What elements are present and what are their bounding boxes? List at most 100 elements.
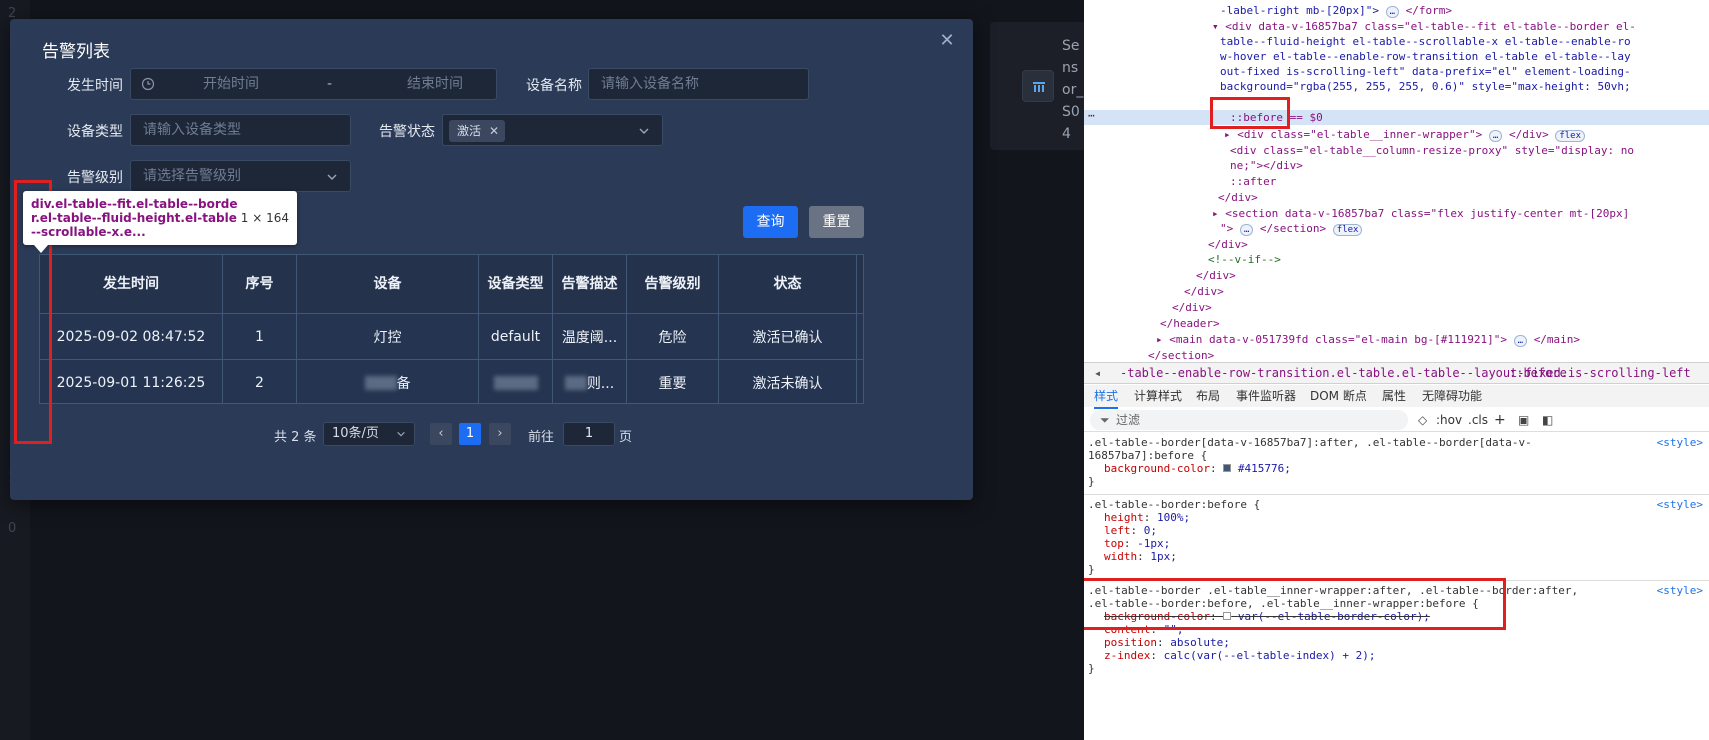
dom-line: w-hover el-table--enable-row-transition … (1220, 50, 1631, 63)
dom-line[interactable]: ▸ <section data-v-16857ba7 class="flex j… (1084, 206, 1709, 221)
status-tag-label: 激活 (457, 124, 482, 138)
table-cell: 备 (297, 360, 479, 403)
sidebar-toggle-icon[interactable]: ◧ (1542, 408, 1553, 432)
rule-source[interactable]: <style> (1657, 498, 1703, 511)
paint-icon[interactable]: ▣ (1518, 408, 1529, 432)
inspector-tooltip: div.el-table--fit.el-table--border.el-ta… (23, 191, 297, 245)
rule-declaration[interactable]: width: 1px; (1084, 550, 1709, 563)
alarm-status-label: 告警状态 (379, 124, 435, 140)
rule-declaration[interactable]: left: 0; (1084, 524, 1709, 537)
cls-toggle[interactable]: .cls (1468, 408, 1488, 432)
device-type-input[interactable]: 请输入设备类型 (130, 114, 351, 146)
page-unit-label: 页 (619, 430, 633, 445)
dom-line: </div> (1208, 238, 1248, 251)
table-cell: 2025-09-01 11:26:25 (40, 360, 223, 403)
ellipsis-badge[interactable]: … (1239, 224, 1254, 236)
rule-declaration[interactable]: background-color: #415776; (1084, 462, 1709, 475)
page-size-select[interactable]: 10条/页 (323, 422, 415, 446)
dom-line-before[interactable]: ::before == $0 (1084, 110, 1709, 125)
annotation-box (1084, 578, 1506, 630)
tooltip-selector: div.el-table--fit.el-table--border.el-ta… (31, 197, 238, 239)
range-separator: - (327, 76, 333, 92)
query-button[interactable]: 查询 (743, 206, 798, 238)
page-size-value: 10条/页 (332, 426, 379, 441)
tab-styles[interactable]: 样式 (1094, 385, 1119, 409)
tab-computed[interactable]: 计算样式 (1134, 385, 1182, 407)
layers-icon[interactable]: ◇ (1418, 408, 1427, 432)
dom-line[interactable]: ▾ <div data-v-16857ba7 class="el-table--… (1084, 19, 1709, 34)
rule-declaration[interactable]: height: 100%; (1084, 511, 1709, 524)
breadcrumb-pseudo[interactable]: ::before (1509, 363, 1567, 383)
breadcrumb: ◂ -table--enable-row-transition.el-table… (1084, 362, 1709, 384)
start-time-input[interactable]: 开始时间 (203, 69, 259, 99)
date-range-picker[interactable]: 开始时间 - 结束时间 (130, 68, 497, 100)
table-cell-text: 则... (586, 375, 615, 392)
device-name-input[interactable]: 请输入设备名称 (588, 68, 809, 100)
rule-declaration[interactable]: position: absolute; (1084, 636, 1709, 649)
hov-toggle[interactable]: :hov (1436, 408, 1462, 432)
table-row[interactable]: 2025-09-01 11:26:25 2 备 则... 重要 激活未确认 (40, 359, 863, 403)
dom-line[interactable]: <div class="el-table__column-resize-prox… (1084, 143, 1709, 158)
alarm-level-placeholder: 请选择告警级别 (143, 168, 241, 184)
tab-layout[interactable]: 布局 (1196, 385, 1220, 407)
header-cell: 发生时间 (40, 255, 223, 313)
rule-close: } (1088, 563, 1095, 576)
prev-page-button[interactable]: ‹ (430, 423, 452, 445)
table-cell: 激活未确认 (719, 360, 857, 403)
flex-badge[interactable]: flex (1555, 130, 1586, 142)
ellipsis-badge[interactable]: … (1488, 130, 1503, 142)
dom-line: <!--v-if--> (1208, 253, 1281, 266)
rule-source[interactable]: <style> (1657, 436, 1703, 449)
close-icon[interactable]: ✕ (937, 31, 957, 51)
rule-source[interactable]: <style> (1657, 584, 1703, 597)
next-page-button[interactable]: › (489, 423, 511, 445)
rule-close: } (1088, 662, 1095, 675)
page-number-button[interactable]: 1 (459, 423, 481, 445)
rule-declaration[interactable]: top: -1px; (1084, 537, 1709, 550)
filter-input[interactable]: ⏷ 过滤 (1090, 410, 1408, 430)
table-row[interactable]: 2025-09-02 08:47:52 1 灯控 default 温度阈... … (40, 313, 863, 359)
ellipsis-badge[interactable]: … (1385, 6, 1399, 18)
table-cell: 激活已确认 (719, 314, 857, 359)
dom-line: table--fluid-height el-table--scrollable… (1220, 35, 1631, 48)
reset-button[interactable]: 重置 (809, 206, 864, 238)
alarm-level-label: 告警级别 (67, 170, 123, 186)
css-rule: .el-table--border[data-v-16857ba7]:after… (1084, 436, 1709, 488)
color-swatch[interactable] (1223, 464, 1232, 472)
tab-event-listeners[interactable]: 事件监听器 (1236, 385, 1296, 407)
breadcrumb-item[interactable]: -table--enable-row-transition.el-table.e… (1120, 363, 1691, 383)
redacted-text (364, 375, 397, 390)
status-tag: 激活 ✕ (449, 120, 506, 142)
dom-line[interactable]: -label-right mb-[20px]"> … </form> (1084, 3, 1709, 18)
rule-close: } (1088, 475, 1095, 488)
rule-declaration[interactable]: z-index: calc(var(--el-table-index) + 2)… (1084, 649, 1709, 662)
tooltip-arrow (34, 245, 48, 253)
dom-line[interactable]: ▸ <main data-v-051739fd class="el-main b… (1084, 332, 1709, 347)
flex-badge[interactable]: flex (1332, 224, 1363, 236)
tab-properties[interactable]: 属性 (1382, 385, 1406, 407)
table-cell: 危险 (627, 314, 719, 359)
tab-accessibility[interactable]: 无障碍功能 (1422, 385, 1482, 407)
dom-line[interactable]: ▸ <div class="el-table__inner-wrapper"> … (1084, 127, 1709, 142)
add-rule-icon[interactable]: + (1494, 408, 1506, 432)
dom-line: </div> (1172, 301, 1212, 314)
table-cell (479, 360, 553, 403)
alarm-table: 发生时间 序号 设备 设备类型 告警描述 告警级别 状态 2025-09-02 … (39, 254, 864, 404)
table-cell: 灯控 (297, 314, 479, 359)
end-time-input[interactable]: 结束时间 (407, 69, 463, 99)
dom-line: "> … </section> flex (1084, 221, 1709, 236)
device-icon (1022, 70, 1054, 102)
tag-close-icon[interactable]: ✕ (489, 120, 499, 142)
dom-line: </section> (1148, 349, 1215, 362)
chevron-left-icon[interactable]: ◂ (1094, 363, 1101, 383)
dom-line: ne;"></div> (1230, 159, 1303, 172)
alarm-level-select[interactable]: 请选择告警级别 (130, 160, 351, 192)
tab-dom-breakpoints[interactable]: DOM 断点 (1310, 385, 1367, 407)
ellipsis-badge[interactable]: … (1513, 335, 1528, 347)
alarm-status-select[interactable]: 激活 ✕ (442, 114, 663, 146)
dom-line-after[interactable]: ::after (1084, 174, 1709, 189)
table-cell: 温度阈... (553, 314, 627, 359)
table-cell: 1 (223, 314, 297, 359)
dom-line: </header> (1160, 317, 1220, 330)
goto-page-input[interactable]: 1 (563, 422, 615, 446)
